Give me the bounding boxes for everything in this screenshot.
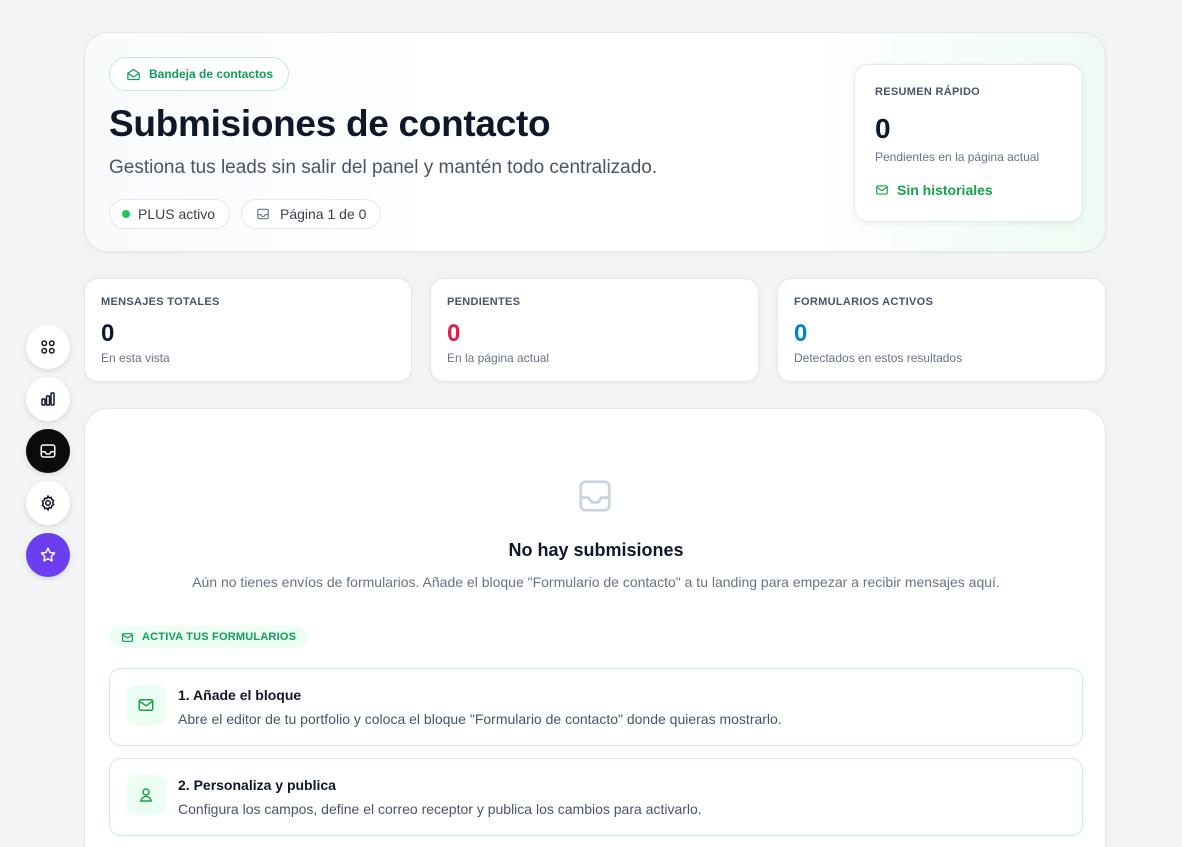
bar-chart-icon: [41, 392, 55, 406]
star-icon: [40, 547, 56, 562]
empty-state-description: Aún no tienes envíos de formularios. Aña…: [192, 574, 1000, 590]
stat-card-total: MENSAJES TOTALES 0 En esta vista: [84, 278, 412, 382]
status-dot: [122, 210, 130, 218]
page-indicator-label: Página 1 de 0: [280, 206, 367, 222]
quick-summary-note: Pendientes en la página actual: [875, 150, 1040, 164]
stat-note: En esta vista: [101, 351, 170, 365]
rail-analytics-button[interactable]: [26, 377, 70, 421]
stat-note: Detectados en estos resultados: [794, 351, 963, 365]
inbox-badge-label: Bandeja de contactos: [149, 67, 274, 81]
stat-value: 0: [447, 320, 461, 347]
page-title: Submisiones de contacto: [109, 103, 551, 144]
grid-icon: [41, 340, 55, 354]
step-title: 2. Personaliza y publica: [178, 777, 336, 793]
quick-summary-label: RESUMEN RÁPIDO: [875, 86, 981, 98]
plan-status-label: PLUS activo: [138, 206, 216, 222]
inbox-icon: [257, 208, 269, 220]
history-link[interactable]: Sin historiales: [875, 182, 993, 198]
empty-state-title: No hay submisiones: [508, 540, 684, 560]
page-indicator-pill: Página 1 de 0: [241, 199, 382, 229]
plan-status-pill: PLUS activo: [109, 199, 231, 229]
inbox-badge: Bandeja de contactos: [109, 57, 290, 91]
stat-card-pending: PENDIENTES 0 En la página actual: [430, 278, 759, 382]
gear-icon: [41, 494, 55, 512]
mail-icon: [122, 632, 133, 642]
mail-open-icon: [127, 68, 140, 80]
step-title: 1. Añade el bloque: [178, 687, 302, 703]
step-add-block: 1. Añade el bloque Abre el editor de tu …: [109, 668, 1083, 746]
stat-value: 0: [794, 320, 808, 347]
step-description: Abre el editor de tu portfolio y coloca …: [178, 711, 782, 727]
stat-label: FORMULARIOS ACTIVOS: [794, 296, 934, 308]
rail-premium-button[interactable]: [26, 533, 70, 577]
stat-note: En la página actual: [447, 351, 550, 365]
page-subtitle: Gestiona tus leads sin salir del panel y…: [109, 157, 658, 178]
activate-forms-badge: ACTIVA TUS FORMULARIOS: [109, 626, 309, 648]
rail-inbox-button[interactable]: [26, 429, 70, 473]
mail-icon: [876, 185, 888, 195]
mail-icon: [138, 699, 154, 711]
stat-label: MENSAJES TOTALES: [101, 296, 220, 308]
activate-forms-label: ACTIVA TUS FORMULARIOS: [142, 631, 297, 643]
hero-card: Bandeja de contactos Submisiones de cont…: [84, 32, 1106, 252]
step-description: Configura los campos, define el correo r…: [178, 801, 702, 817]
quick-summary-card: RESUMEN RÁPIDO 0 Pendientes en la página…: [854, 64, 1083, 222]
stat-label: PENDIENTES: [447, 296, 521, 308]
step-icon: [126, 685, 166, 725]
inbox-icon: [579, 480, 611, 512]
user-icon: [139, 788, 153, 802]
step-customize-publish: 2. Personaliza y publica Configura los c…: [109, 758, 1083, 836]
submissions-panel: No hay submisiones Aún no tienes envíos …: [84, 408, 1106, 847]
stat-value: 0: [101, 320, 115, 347]
stat-card-active-forms: FORMULARIOS ACTIVOS 0 Detectados en esto…: [777, 278, 1106, 382]
rail-dashboard-button[interactable]: [26, 325, 70, 369]
history-link-label: Sin historiales: [897, 182, 993, 198]
inbox-icon: [40, 444, 56, 458]
rail-settings-button[interactable]: [26, 481, 70, 525]
step-icon: [126, 775, 166, 815]
quick-summary-value: 0: [875, 113, 891, 144]
